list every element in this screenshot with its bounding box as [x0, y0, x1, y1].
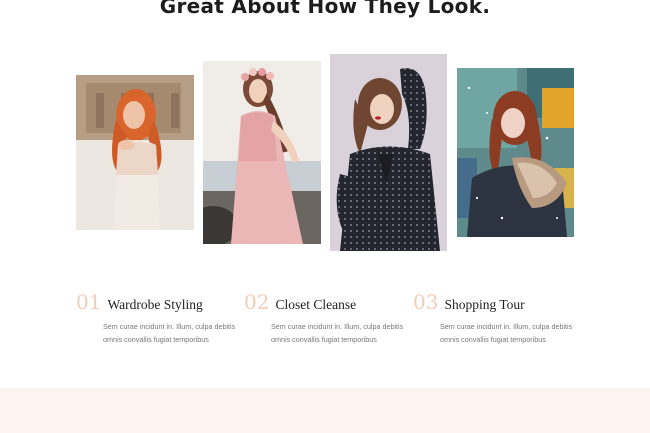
photo-winter-woman-image	[457, 68, 574, 237]
service-title: Shopping Tour	[444, 297, 525, 312]
section-heading: Great About How They Look.	[159, 0, 491, 18]
service-title: Wardrobe Styling	[107, 297, 203, 312]
gallery-photo-2	[203, 61, 321, 244]
service-number: 02	[244, 290, 270, 314]
service-shopping-tour: 03 Shopping Tour Sem curae incidunt in. …	[413, 290, 583, 346]
photo-red-hair-woman-image	[76, 75, 194, 230]
gallery-photo-3	[330, 54, 447, 251]
service-closet-cleanse: 02 Closet Cleanse Sem curae incidunt in.…	[244, 290, 414, 346]
service-wardrobe-styling: 01 Wardrobe Styling Sem curae incidunt i…	[76, 290, 246, 346]
service-description: Sem curae incidunt in. Illum, culpa debi…	[271, 322, 404, 344]
service-number: 01	[76, 290, 102, 314]
footer-band	[0, 388, 650, 433]
gallery-photo-1	[76, 75, 194, 230]
service-title: Closet Cleanse	[275, 297, 357, 312]
photo-polka-dot-woman-image	[330, 54, 447, 251]
photo-flower-crown-woman-image	[203, 61, 321, 244]
service-description: Sem curae incidunt in. Illum, culpa debi…	[440, 322, 573, 344]
gallery-photo-4	[457, 68, 574, 237]
service-number: 03	[413, 290, 439, 314]
service-description: Sem curae incidunt in. Illum, culpa debi…	[103, 322, 236, 344]
